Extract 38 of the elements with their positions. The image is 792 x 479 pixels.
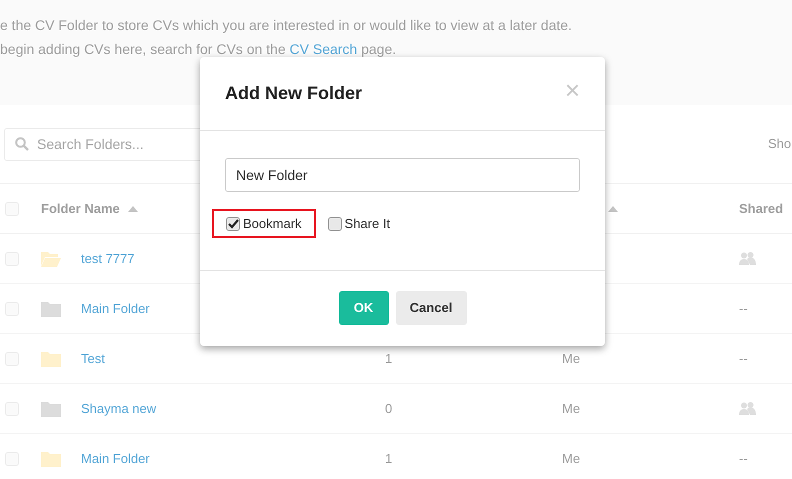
folder-name-input[interactable]: New Folder	[225, 158, 580, 192]
search-icon	[15, 137, 29, 151]
highlighted-checkbox-option[interactable]: Bookmark	[212, 209, 316, 238]
folder-icon	[41, 400, 61, 416]
folder-name-link[interactable]: Main Folder	[81, 300, 150, 316]
shared-text: --	[739, 350, 748, 368]
owner-text: Me	[562, 350, 580, 366]
folder-icon	[41, 250, 61, 266]
folder-icon	[41, 450, 61, 466]
column-header[interactable]: Folder Name	[41, 198, 120, 218]
folder-icon	[41, 300, 61, 316]
owner-text: Me	[562, 400, 580, 416]
folder-icon	[41, 350, 61, 366]
intro-text: e the CV Folder to store CVs which you are interested in or would like to view at a later date.	[0, 16, 573, 35]
checkbox[interactable]	[328, 216, 342, 230]
owner-text: Me	[562, 450, 580, 466]
shared-text: --	[739, 300, 748, 318]
dialog-title: Add New Folder	[225, 82, 362, 105]
checkbox[interactable]	[226, 216, 240, 230]
folder-name-link[interactable]: test 7777	[81, 250, 134, 266]
intro-text: begin adding CVs here, search for CVs on the CV Search page.	[0, 40, 398, 59]
close-button[interactable]: ×	[564, 76, 580, 102]
show-label: Sho	[768, 135, 792, 154]
shared-text: --	[739, 450, 748, 468]
cancel-button[interactable]: Cancel	[396, 290, 466, 324]
people-icon	[739, 402, 756, 415]
folder-name-link[interactable]: Shayma new	[81, 400, 156, 416]
item-count: 1	[385, 350, 392, 366]
item-count: 0	[385, 400, 392, 416]
people-icon	[739, 252, 756, 265]
checkbox-option[interactable]: Share It	[326, 209, 392, 238]
item-count: 1	[385, 450, 392, 466]
folder-name-link[interactable]: Main Folder	[81, 450, 150, 466]
column-header[interactable]: Shared	[739, 198, 784, 218]
cv-search-link[interactable]: CV Search	[290, 41, 358, 57]
search-input[interactable]: Search Folders...	[37, 134, 237, 154]
folder-name-link[interactable]: Test	[81, 350, 105, 366]
ok-button[interactable]: OK	[338, 290, 388, 324]
